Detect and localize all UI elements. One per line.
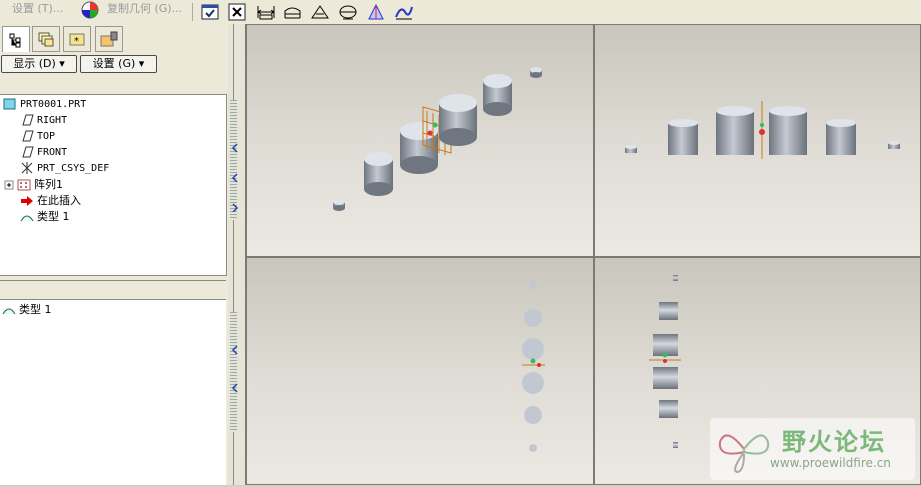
window-check-icon[interactable] xyxy=(200,2,220,22)
datum-point-green xyxy=(530,358,536,364)
bar-side-5 xyxy=(659,400,678,418)
navigator-panel: * 显示 (D) ▾ 设置 (G) ▾ PRT0001.PRT RIGHT TO… xyxy=(0,24,229,485)
datum-point-green xyxy=(662,352,668,358)
tree-item-label: 在此插入 xyxy=(37,194,81,207)
toolbar-separator xyxy=(192,3,193,21)
tree-item-top[interactable]: TOP xyxy=(20,129,55,145)
toolbox-icon xyxy=(100,31,118,47)
tree-item-label: TOP xyxy=(37,131,56,142)
color-shade-icon[interactable] xyxy=(366,2,386,22)
feature-type-icon xyxy=(20,211,34,223)
cylinder-front-6 xyxy=(888,141,900,149)
viewport-top[interactable] xyxy=(246,257,594,485)
watermark-url: www.proewildfire.cn xyxy=(770,456,891,470)
cylinder-iso-4 xyxy=(439,94,477,146)
detail-list: 类型 1 xyxy=(0,300,226,485)
feature-type-icon xyxy=(2,304,16,316)
plane-icon[interactable] xyxy=(282,2,302,22)
tree-item-pattern[interactable]: 阵列1 xyxy=(4,177,63,193)
isometric-view-graphic xyxy=(333,67,542,211)
circle-top-5 xyxy=(524,406,542,424)
datum-axis-marker xyxy=(759,101,765,159)
datum-point-red xyxy=(537,363,541,367)
tree-item-label: RIGHT xyxy=(37,115,68,126)
show-button-label: 显示 (D) xyxy=(13,57,56,70)
layers-icon xyxy=(38,32,54,47)
viewport-isometric[interactable] xyxy=(246,24,594,257)
detail-item-label: 类型 1 xyxy=(19,303,52,316)
cylinder-section-icon[interactable] xyxy=(338,2,358,22)
butterfly-logo xyxy=(718,434,770,474)
tree-item-front[interactable]: FRONT xyxy=(20,145,67,161)
insert-arrow-icon xyxy=(20,195,34,207)
tree-item-part[interactable]: PRT0001.PRT xyxy=(3,97,86,113)
model-tree: PRT0001.PRT RIGHT TOP FRONT PRT_CSYS_DEF… xyxy=(0,94,227,276)
tree-item-csys[interactable]: PRT_CSYS_DEF xyxy=(20,161,109,177)
cylinder-front-1 xyxy=(625,145,637,153)
model-tree-tab[interactable] xyxy=(2,26,30,52)
detail-item-type1[interactable]: 类型 1 xyxy=(2,302,52,318)
cylinder-front-5 xyxy=(826,119,856,155)
bar-side-6 xyxy=(673,442,678,448)
cylinder-front-4 xyxy=(769,106,807,155)
tree-item-label: 阵列1 xyxy=(34,178,63,191)
folder-star-icon: * xyxy=(69,33,85,47)
cylinder-iso-2 xyxy=(364,152,393,196)
datum-point-red xyxy=(663,359,667,363)
circle-top-6 xyxy=(529,444,537,452)
circle-top-4 xyxy=(522,372,544,394)
favorites-tab[interactable]: * xyxy=(63,26,91,52)
tree-item-right[interactable]: RIGHT xyxy=(20,113,67,129)
settings-dropdown-button[interactable]: 设置 (G) ▾ xyxy=(80,55,157,73)
tangent-icon[interactable] xyxy=(310,2,330,22)
pattern-icon xyxy=(17,179,31,191)
part-icon xyxy=(3,98,17,110)
tree-item-label: PRT0001.PRT xyxy=(20,99,87,110)
cylinder-front-2 xyxy=(668,119,698,155)
distance-icon[interactable] xyxy=(256,2,276,22)
datum-plane-icon xyxy=(20,146,34,158)
tree-item-label: FRONT xyxy=(37,147,68,158)
forum-watermark: 野火论坛 www.proewildfire.cn xyxy=(710,418,915,480)
layers-tab[interactable] xyxy=(32,26,60,52)
show-dropdown-button[interactable]: 显示 (D) ▾ xyxy=(1,55,77,73)
feature-tab[interactable] xyxy=(95,26,123,52)
cylinder-iso-6 xyxy=(530,67,542,78)
menubar: 设置 (T)... 复制几何 (G)... xyxy=(0,0,921,25)
cylinder-iso-5 xyxy=(483,74,512,116)
close-window-icon[interactable] xyxy=(227,2,247,22)
tree-item-label: 类型 1 xyxy=(37,210,70,223)
settings-button-label: 设置 (G) xyxy=(92,57,136,70)
expand-icon[interactable] xyxy=(4,179,14,191)
front-view-graphic xyxy=(625,101,900,159)
tree-button-row: 显示 (D) ▾ 设置 (G) ▾ xyxy=(0,55,228,77)
bar-side-1 xyxy=(673,275,678,281)
tree-item-label: PRT_CSYS_DEF xyxy=(37,163,110,174)
menu-copy-geometry[interactable]: 复制几何 (G)... xyxy=(107,0,182,22)
datum-plane-icon xyxy=(20,130,34,142)
datum-plane-icon xyxy=(20,114,34,126)
circle-top-3 xyxy=(522,338,544,360)
circle-top-1 xyxy=(529,281,537,289)
bar-side-2 xyxy=(659,302,678,320)
watermark-title: 野火论坛 xyxy=(782,428,886,456)
tree-item-type1[interactable]: 类型 1 xyxy=(20,209,70,225)
svg-text:*: * xyxy=(74,36,79,47)
cylinder-iso-1 xyxy=(333,199,345,211)
curve-analysis-icon[interactable] xyxy=(394,2,414,22)
collapse-arrows-upper[interactable] xyxy=(230,142,240,212)
panel-divider[interactable] xyxy=(0,280,226,300)
bar-side-4 xyxy=(653,367,678,389)
top-view-graphic xyxy=(522,281,545,452)
copy-geometry-icon[interactable] xyxy=(80,0,100,20)
collapse-arrows-lower[interactable] xyxy=(230,344,240,404)
model-tree-icon xyxy=(9,33,21,47)
circle-top-2 xyxy=(524,309,542,327)
cylinder-front-3 xyxy=(716,106,754,155)
csys-icon xyxy=(20,162,34,174)
menu-settings[interactable]: 设置 (T)... xyxy=(12,0,63,22)
viewport-front[interactable] xyxy=(594,24,921,257)
tree-item-insert-here[interactable]: 在此插入 xyxy=(20,193,81,209)
pane-sash[interactable] xyxy=(228,24,246,485)
